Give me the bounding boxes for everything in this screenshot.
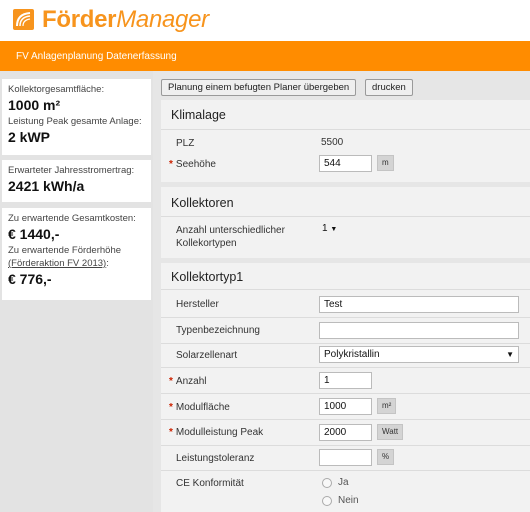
section-kollektoren: Kollektoren Anzahl unterschiedlicher Koll… xyxy=(161,187,530,258)
zellenart-label: Solarzellenart xyxy=(176,350,238,361)
typ-input[interactable] xyxy=(319,322,519,339)
seehoehe-label: Seehöhe xyxy=(175,159,216,170)
section-title-kollektoren: Kollektoren xyxy=(171,196,234,210)
cost-value: € 1440,- xyxy=(8,226,60,242)
typ-label: Typenbezeichnung xyxy=(176,325,260,336)
ce-yes-radio[interactable] xyxy=(322,478,332,488)
flaeche-input[interactable]: 1000 xyxy=(319,398,372,415)
toleranz-input[interactable] xyxy=(319,449,372,466)
area-value: 1000 m² xyxy=(8,97,61,113)
plz-label: PLZ xyxy=(176,138,195,149)
ce-yes-label: Ja xyxy=(338,477,349,488)
peak-leistung-label: Modulleistung Peak xyxy=(175,427,264,438)
section-kollektortyp1: Kollektortyp1 Hersteller Test Typenbezei… xyxy=(161,263,530,512)
peak-leistung-unit: Watt xyxy=(377,424,404,440)
seehoehe-unit: m xyxy=(377,155,394,171)
area-label: Kollektorgesamtfläche: xyxy=(8,84,105,95)
funding-value: € 776,- xyxy=(8,271,52,287)
hersteller-label: Hersteller xyxy=(176,299,219,310)
brand-logo[interactable]: FörderManager xyxy=(42,6,209,34)
chevron-down-icon: ▼ xyxy=(506,350,514,359)
peak-leistung-input[interactable]: 2000 xyxy=(319,424,372,441)
seehoehe-input[interactable]: 544 xyxy=(319,155,372,172)
funding-program-link[interactable]: (Förderaktion FV 2013) xyxy=(8,258,106,269)
toleranz-label: Leistungstoleranz xyxy=(176,453,255,464)
flaeche-unit: m² xyxy=(377,398,397,414)
page-header-bar: FV Anlagenplanung Datenerfassung xyxy=(0,41,530,71)
chevron-down-icon: ▼ xyxy=(330,226,338,233)
collector-count-label: Anzahl unterschiedlicher Kollekortypen xyxy=(176,225,285,249)
print-button[interactable]: drucken xyxy=(365,79,413,96)
main-content: Planung einem befugten Planer übergeben … xyxy=(153,71,530,512)
collector-count-select[interactable]: 1 ▼ xyxy=(322,222,344,236)
yield-value: 2421 kWh/a xyxy=(8,178,85,194)
section-title-kollektortyp: Kollektortyp1 xyxy=(171,270,244,284)
flaeche-label: Modulfläche xyxy=(175,402,230,413)
yield-label: Erwarteter Jahresstromertrag: xyxy=(8,165,135,176)
required-marker: * xyxy=(169,159,173,170)
summary-box-yield: Erwarteter Jahresstromertrag: 2421 kWh/a xyxy=(2,160,151,202)
toleranz-unit: % xyxy=(377,449,395,465)
section-klimalage: Klimalage PLZ 5500 * Seehöhe 544 m xyxy=(161,100,530,182)
ce-no-label: Nein xyxy=(338,495,359,506)
handover-button[interactable]: Planung einem befugten Planer übergeben xyxy=(161,79,357,96)
anzahl-label: Anzahl xyxy=(175,376,207,387)
plz-value: 5500 xyxy=(321,137,344,148)
ce-no-radio[interactable] xyxy=(322,496,332,506)
peak-value: 2 kWP xyxy=(8,129,51,145)
cost-label: Zu erwartende Gesamtkosten: xyxy=(8,213,136,224)
summary-box-costs: Zu erwartende Gesamtkosten: € 1440,- Zu … xyxy=(2,208,151,300)
funding-label: Zu erwartende Förderhöhe xyxy=(8,245,122,256)
page-subtitle: FV Anlagenplanung Datenerfassung xyxy=(16,51,177,62)
summary-box-installation: Kollektorgesamtfläche: 1000 m² Leistung … xyxy=(2,79,151,155)
ce-label: CE Konformität xyxy=(176,478,244,489)
sun-logo-icon xyxy=(13,9,34,30)
summary-sidebar: Kollektorgesamtfläche: 1000 m² Leistung … xyxy=(0,71,153,512)
peak-label: Leistung Peak gesamte Anlage: xyxy=(8,116,142,127)
section-title-klimalage: Klimalage xyxy=(171,108,226,122)
hersteller-input[interactable]: Test xyxy=(319,296,519,313)
zellenart-select[interactable]: Polykristallin ▼ xyxy=(319,346,519,363)
anzahl-input[interactable]: 1 xyxy=(319,372,372,389)
logo-bar: FörderManager xyxy=(0,0,530,41)
